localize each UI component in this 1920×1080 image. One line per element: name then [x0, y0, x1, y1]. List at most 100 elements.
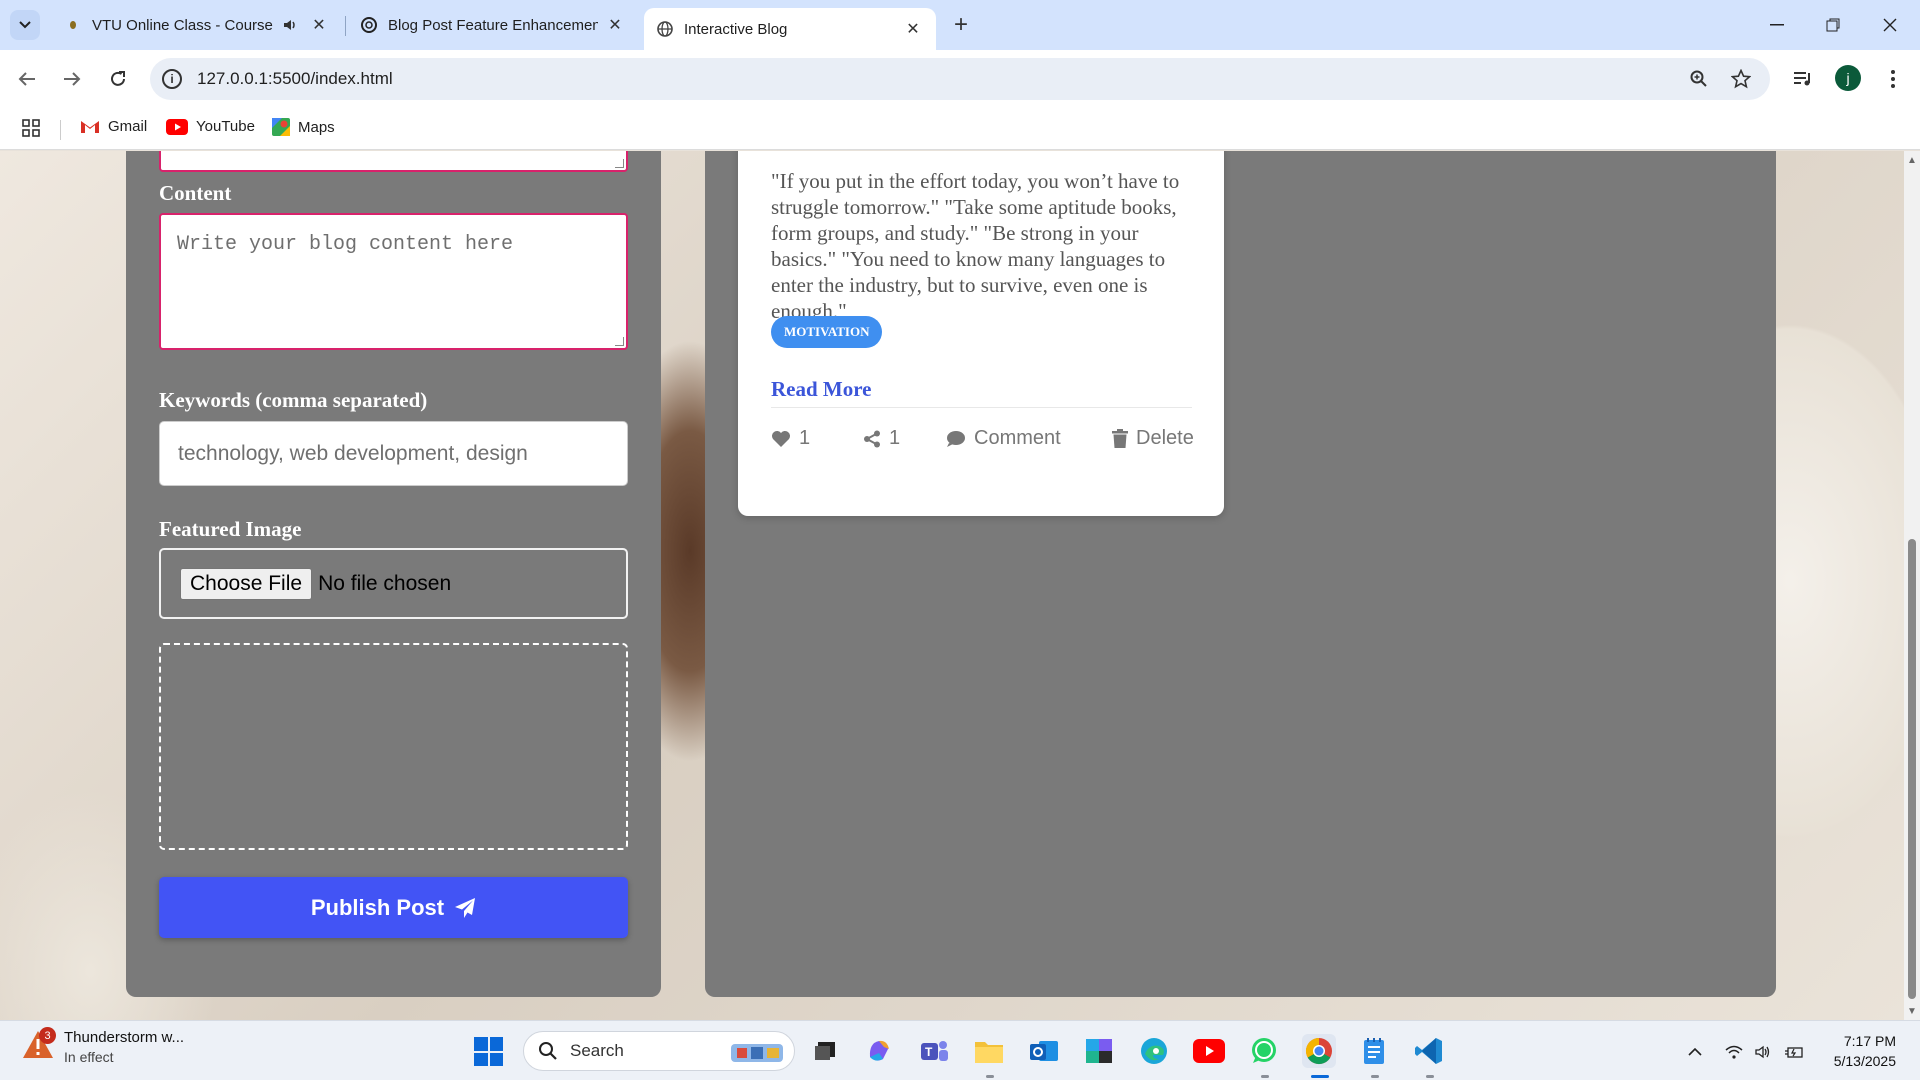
windows-start-icon[interactable] — [474, 1037, 503, 1066]
resize-handle[interactable] — [615, 337, 624, 346]
keywords-placeholder: technology, web development, design — [178, 441, 528, 465]
search-label: Search — [570, 1041, 624, 1060]
url-text: 127.0.0.1:5500/index.html — [197, 69, 393, 88]
scroll-up-icon[interactable]: ▲ — [1907, 155, 1917, 166]
whatsapp-icon[interactable] — [1247, 1034, 1281, 1068]
site-info-icon[interactable]: i — [162, 69, 182, 89]
wifi-icon[interactable] — [1723, 1041, 1745, 1063]
close-tab-icon[interactable]: ✕ — [606, 16, 624, 34]
apps-grid-icon[interactable] — [22, 119, 40, 137]
clock-date: 5/13/2025 — [1833, 1053, 1896, 1069]
content-placeholder: Write your blog content here — [177, 233, 514, 256]
tab-interactive-blog[interactable]: Interactive Blog ✕ — [644, 8, 936, 50]
youtube-app-icon[interactable] — [1192, 1034, 1226, 1068]
battery-icon[interactable] — [1783, 1041, 1805, 1063]
publish-post-button[interactable]: Publish Post — [159, 877, 628, 938]
bookmark-divider — [60, 120, 61, 140]
edge-icon[interactable] — [1137, 1034, 1171, 1068]
bookmark-youtube[interactable]: YouTube — [166, 118, 255, 135]
scroll-thumb[interactable] — [1908, 539, 1916, 999]
new-tab-button[interactable]: + — [948, 11, 974, 38]
task-view-icon[interactable] — [808, 1034, 842, 1068]
chevron-down-icon — [19, 21, 31, 29]
restore-icon[interactable] — [1820, 12, 1846, 38]
excerpt-textarea[interactable] — [159, 151, 628, 172]
copilot-icon[interactable] — [862, 1034, 896, 1068]
weather-alert-badge: 3 — [39, 1027, 56, 1044]
bookmarks-bar: Gmail YouTube Maps — [0, 108, 1920, 150]
globe-icon — [656, 20, 674, 38]
gmail-icon — [80, 119, 100, 134]
comment-button[interactable]: Comment — [946, 427, 1061, 450]
tab-blog-feature[interactable]: Blog Post Feature Enhancement ✕ — [348, 8, 638, 42]
forward-arrow-icon[interactable] — [57, 64, 87, 94]
vtu-favicon-icon — [64, 16, 82, 34]
keywords-input[interactable]: technology, web development, design — [159, 421, 628, 486]
delete-button[interactable]: Delete — [1112, 427, 1194, 450]
share-count: 1 — [889, 427, 901, 449]
content-label: Content — [159, 181, 232, 205]
file-explorer-icon[interactable] — [972, 1034, 1006, 1068]
youtube-icon — [166, 118, 188, 135]
create-post-form: Content Write your blog content here Key… — [126, 151, 661, 997]
featured-image-label: Featured Image — [159, 517, 302, 541]
running-indicator — [1371, 1075, 1379, 1078]
blog-posts-panel: "If you put in the effort today, you won… — [705, 151, 1776, 997]
bookmark-star-icon[interactable] — [1730, 68, 1752, 90]
card-divider — [771, 407, 1192, 408]
tab-search-button[interactable] — [10, 10, 40, 40]
reload-icon[interactable] — [103, 64, 133, 94]
minimize-icon[interactable] — [1764, 12, 1790, 38]
content-textarea[interactable]: Write your blog content here — [159, 213, 628, 350]
bookmark-gmail[interactable]: Gmail — [80, 118, 147, 135]
close-tab-icon[interactable]: ✕ — [904, 20, 922, 38]
notepad-icon[interactable] — [1357, 1034, 1391, 1068]
like-button[interactable]: 1 — [771, 427, 810, 450]
image-preview-area — [159, 643, 628, 850]
microsoft365-icon[interactable] — [1082, 1034, 1116, 1068]
clock-time: 7:17 PM — [1843, 1033, 1896, 1049]
close-tab-icon[interactable]: ✕ — [310, 16, 328, 34]
share-button[interactable]: 1 — [863, 427, 900, 450]
featured-image-input[interactable]: Choose File No file chosen — [159, 548, 628, 619]
profile-avatar[interactable]: j — [1835, 65, 1861, 91]
weather-widget[interactable]: 3 Thunderstorm w... In effect — [22, 1027, 185, 1065]
bookmark-label: Maps — [298, 118, 335, 136]
chrome-icon[interactable] — [1302, 1034, 1336, 1068]
tab-title: Blog Post Feature Enhancement — [388, 16, 598, 34]
menu-dots-icon[interactable] — [1878, 64, 1908, 94]
tag-badge[interactable]: MOTIVATION — [771, 316, 883, 348]
system-clock[interactable]: 7:17 PM 5/13/2025 — [1812, 1031, 1896, 1071]
outlook-icon[interactable] — [1027, 1034, 1061, 1068]
volume-icon[interactable] — [1752, 1041, 1774, 1063]
taskbar-search[interactable]: Search — [523, 1031, 795, 1071]
tab-title: Interactive Blog — [684, 20, 788, 38]
bookmark-maps[interactable]: Maps — [272, 118, 335, 136]
active-indicator — [1311, 1075, 1329, 1078]
read-more-link[interactable]: Read More — [771, 377, 872, 402]
teams-icon[interactable]: T — [917, 1034, 951, 1068]
weather-title: Thunderstorm w... — [64, 1029, 185, 1046]
close-window-icon[interactable] — [1877, 12, 1903, 38]
resize-handle[interactable] — [615, 159, 624, 168]
choose-file-button[interactable]: Choose File — [180, 567, 313, 600]
speaker-icon[interactable] — [282, 17, 298, 37]
trash-icon — [1112, 429, 1128, 448]
vscode-icon[interactable] — [1412, 1034, 1446, 1068]
back-arrow-icon[interactable] — [12, 64, 42, 94]
address-bar[interactable]: i 127.0.0.1:5500/index.html — [150, 58, 1770, 100]
page-scrollbar[interactable]: ▲ ▼ — [1904, 151, 1920, 1020]
chatgpt-icon — [360, 16, 378, 34]
windows-taskbar: 3 Thunderstorm w... In effect Search T 7… — [0, 1020, 1920, 1080]
running-indicator — [1426, 1075, 1434, 1078]
tab-vtu[interactable]: VTU Online Class - Course I ✕ — [52, 8, 342, 42]
delete-label: Delete — [1136, 427, 1194, 449]
maps-icon — [272, 118, 290, 136]
chevron-up-icon[interactable] — [1684, 1041, 1706, 1063]
weather-subtitle: In effect — [64, 1049, 114, 1065]
paper-plane-icon — [454, 897, 476, 919]
media-control-icon[interactable] — [1788, 64, 1818, 94]
scroll-down-icon[interactable]: ▼ — [1907, 1006, 1917, 1017]
keywords-label: Keywords (comma separated) — [159, 388, 428, 412]
zoom-icon[interactable] — [1688, 68, 1710, 90]
